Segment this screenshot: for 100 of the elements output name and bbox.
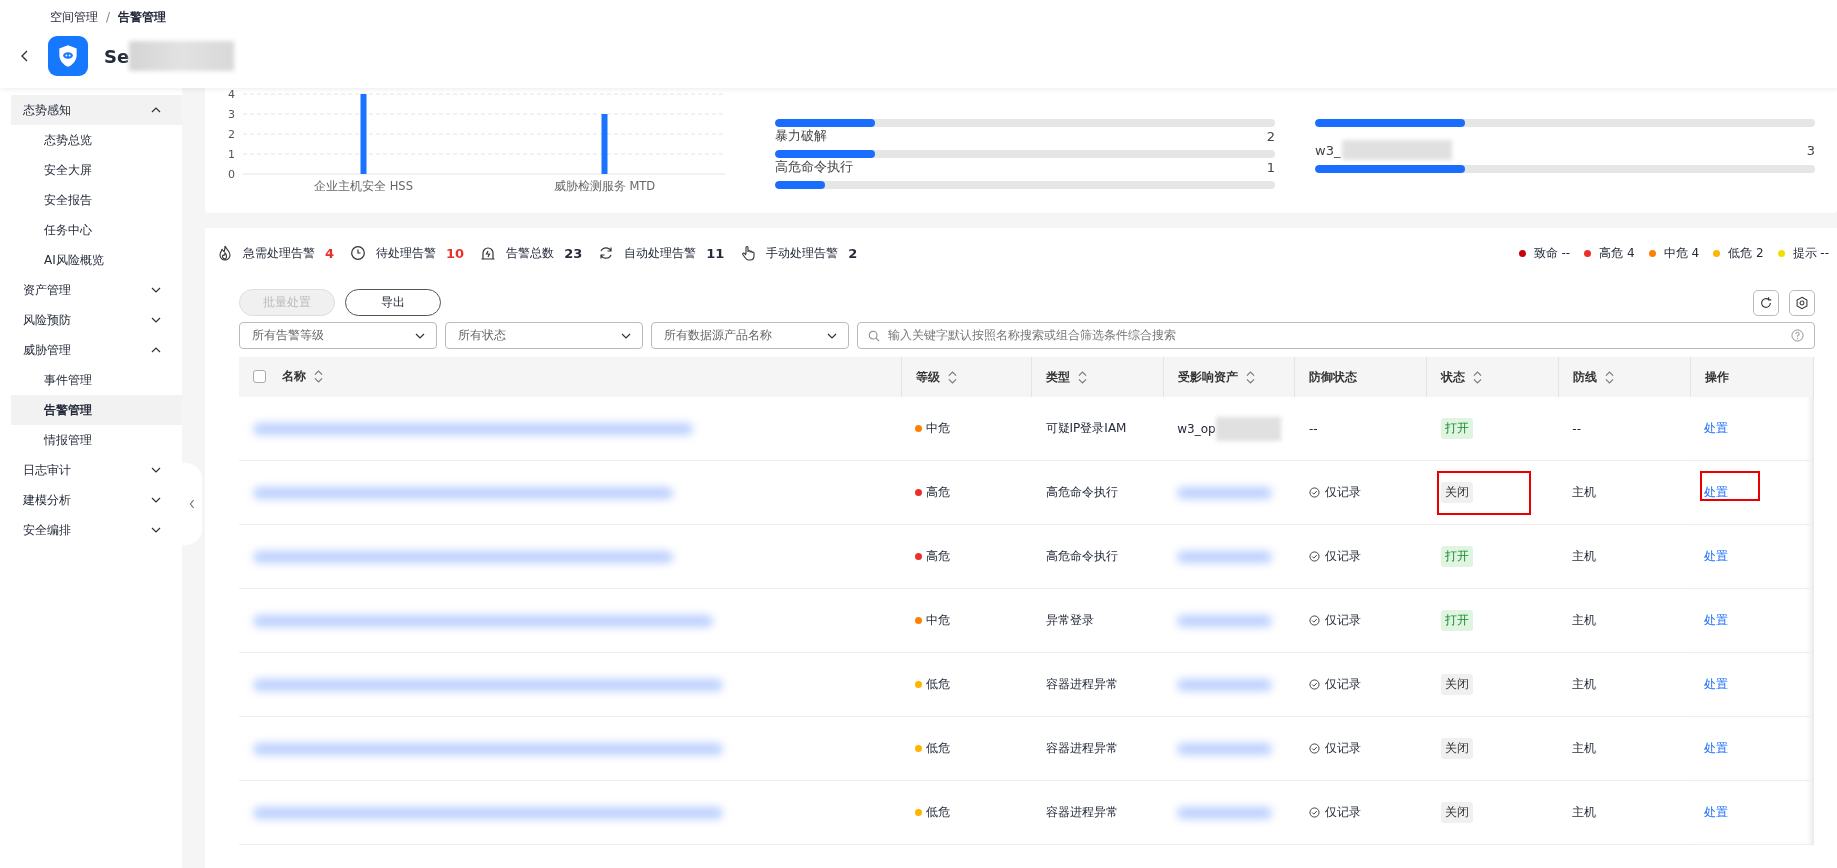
- column-header[interactable]: 状态: [1426, 357, 1559, 397]
- stat-label: 自动处理告警: [624, 244, 697, 262]
- column-header[interactable]: 等级: [901, 357, 1032, 397]
- axis-tick: 2: [228, 128, 235, 141]
- table-cell: 主机: [1558, 652, 1690, 717]
- filter-dropdown[interactable]: 所有状态: [445, 322, 643, 349]
- checkbox[interactable]: [253, 370, 266, 383]
- legend-label: 提示 --: [1792, 244, 1829, 262]
- sort-icon[interactable]: [1245, 370, 1255, 384]
- sidebar-group[interactable]: 威胁管理: [11, 335, 182, 365]
- legend-label: 高危 4: [1599, 244, 1635, 262]
- sidebar-group[interactable]: 资产管理: [11, 275, 182, 305]
- redaction-block: [1215, 416, 1281, 441]
- search-field[interactable]: 输入关键字默认按照名称搜索或组合筛选条件综合搜索: [857, 322, 1815, 349]
- sidebar-group[interactable]: 态势感知: [11, 95, 182, 125]
- status-tag: 打开: [1440, 610, 1473, 631]
- stat-label: 急需处理告警: [243, 244, 315, 262]
- status-tag: 关闭: [1440, 802, 1473, 823]
- table-cell: 低危: [926, 676, 951, 693]
- sidebar-group[interactable]: 安全编排: [11, 515, 182, 545]
- item-count: 3: [1806, 142, 1815, 158]
- sidebar-group[interactable]: 风险预防: [11, 305, 182, 335]
- action-link[interactable]: 处置: [1704, 549, 1728, 563]
- app-title: Se: [104, 45, 130, 67]
- filter-dropdown[interactable]: 所有告警等级: [239, 322, 437, 349]
- action-link[interactable]: 处置: [1704, 677, 1728, 691]
- toolbar-button[interactable]: 导出: [345, 289, 441, 316]
- sort-icon[interactable]: [1473, 370, 1483, 384]
- table-cell: 主机: [1558, 780, 1690, 845]
- table-cell: 高危: [926, 548, 951, 565]
- column-header[interactable]: 操作: [1690, 357, 1814, 397]
- table-cell: 异常登录: [1031, 588, 1164, 653]
- table-cell: 容器进程异常: [1031, 716, 1164, 781]
- table-cell: 仅记录: [1324, 484, 1361, 501]
- table-cell: --: [1308, 421, 1318, 436]
- collapse-handle[interactable]: [182, 463, 202, 545]
- sidebar-item[interactable]: AI风险概览: [11, 245, 182, 275]
- sidebar-item[interactable]: 安全大屏: [11, 155, 182, 185]
- sort-icon[interactable]: [314, 370, 323, 383]
- table-cell: 高危命令执行: [1031, 524, 1164, 589]
- axis-tick: 4: [228, 88, 235, 101]
- action-link[interactable]: 处置: [1704, 613, 1728, 627]
- table-cell: --: [1558, 397, 1690, 461]
- breadcrumb-link[interactable]: 空间管理: [50, 8, 98, 26]
- axis-tick: 3: [228, 108, 235, 121]
- sidebar-item[interactable]: 任务中心: [11, 215, 182, 245]
- action-link[interactable]: 处置: [1704, 741, 1728, 755]
- status-tag: 关闭: [1440, 738, 1473, 759]
- column-header[interactable]: 类型: [1031, 357, 1164, 397]
- table-cell: 中危: [926, 612, 951, 629]
- stat-label: 告警总数: [506, 244, 555, 262]
- stat-value: 4: [325, 245, 335, 261]
- sidebar-item[interactable]: 情报管理: [11, 425, 182, 455]
- column-header[interactable]: 防御状态: [1294, 357, 1427, 397]
- refresh-icon: [598, 245, 615, 261]
- table-cell: 仅记录: [1324, 740, 1361, 757]
- refresh-button[interactable]: [1753, 289, 1779, 316]
- sort-icon[interactable]: [947, 370, 957, 384]
- sidebar-item[interactable]: 安全报告: [11, 185, 182, 215]
- table-cell: 主机: [1558, 588, 1690, 653]
- column-header[interactable]: 防线: [1558, 357, 1690, 397]
- stat-value: 2: [848, 245, 858, 261]
- column-header[interactable]: 受影响资产: [1163, 357, 1295, 397]
- settings-button[interactable]: [1789, 289, 1815, 316]
- sidebar-group[interactable]: 建模分析: [11, 485, 182, 515]
- sort-icon[interactable]: [1604, 370, 1614, 384]
- table-cell: 主机: [1558, 716, 1690, 781]
- sidebar-item[interactable]: 事件管理: [11, 365, 182, 395]
- table-cell: 容器进程异常: [1031, 652, 1164, 717]
- legend-label: 低危 2: [1728, 244, 1764, 262]
- action-link[interactable]: 处置: [1704, 485, 1728, 499]
- table-cell: 可疑IP登录IAM: [1031, 397, 1164, 461]
- table-cell: 容器进程异常: [1031, 780, 1164, 845]
- status-tag: 打开: [1440, 546, 1473, 567]
- item-count: 2: [1266, 128, 1275, 144]
- table-cell: 仅记录: [1324, 804, 1361, 821]
- table-cell: 主机: [1558, 460, 1690, 525]
- action-link[interactable]: 处置: [1704, 805, 1728, 819]
- table-cell: 主机: [1558, 524, 1690, 589]
- status-tag: 打开: [1440, 418, 1473, 439]
- stat-label: 手动处理告警: [766, 244, 839, 262]
- item-label: w3_: [1315, 142, 1341, 158]
- filter-dropdown[interactable]: 所有数据源产品名称: [651, 322, 849, 349]
- settings-icon: [1795, 295, 1809, 310]
- action-link[interactable]: 处置: [1704, 421, 1728, 435]
- refresh-icon: [1759, 295, 1773, 310]
- stat-value: 11: [706, 245, 725, 261]
- breadcrumb-separator: /: [106, 10, 111, 24]
- sidebar-item[interactable]: 告警管理: [11, 395, 182, 425]
- table-cell: 低危: [926, 740, 951, 757]
- table-cell: 高危: [926, 484, 951, 501]
- sidebar-item[interactable]: 态势总览: [11, 125, 182, 155]
- column-header[interactable]: 名称: [239, 357, 902, 397]
- legend-label: 致命 --: [1533, 244, 1571, 262]
- help-icon[interactable]: [1791, 329, 1804, 342]
- sort-icon[interactable]: [1078, 370, 1088, 384]
- table-cell: 高危命令执行: [1031, 460, 1164, 525]
- sidebar-group[interactable]: 日志审计: [11, 455, 182, 485]
- axis-label: 威胁检测服务 MTD: [553, 179, 656, 193]
- axis-tick: 0: [228, 168, 235, 181]
